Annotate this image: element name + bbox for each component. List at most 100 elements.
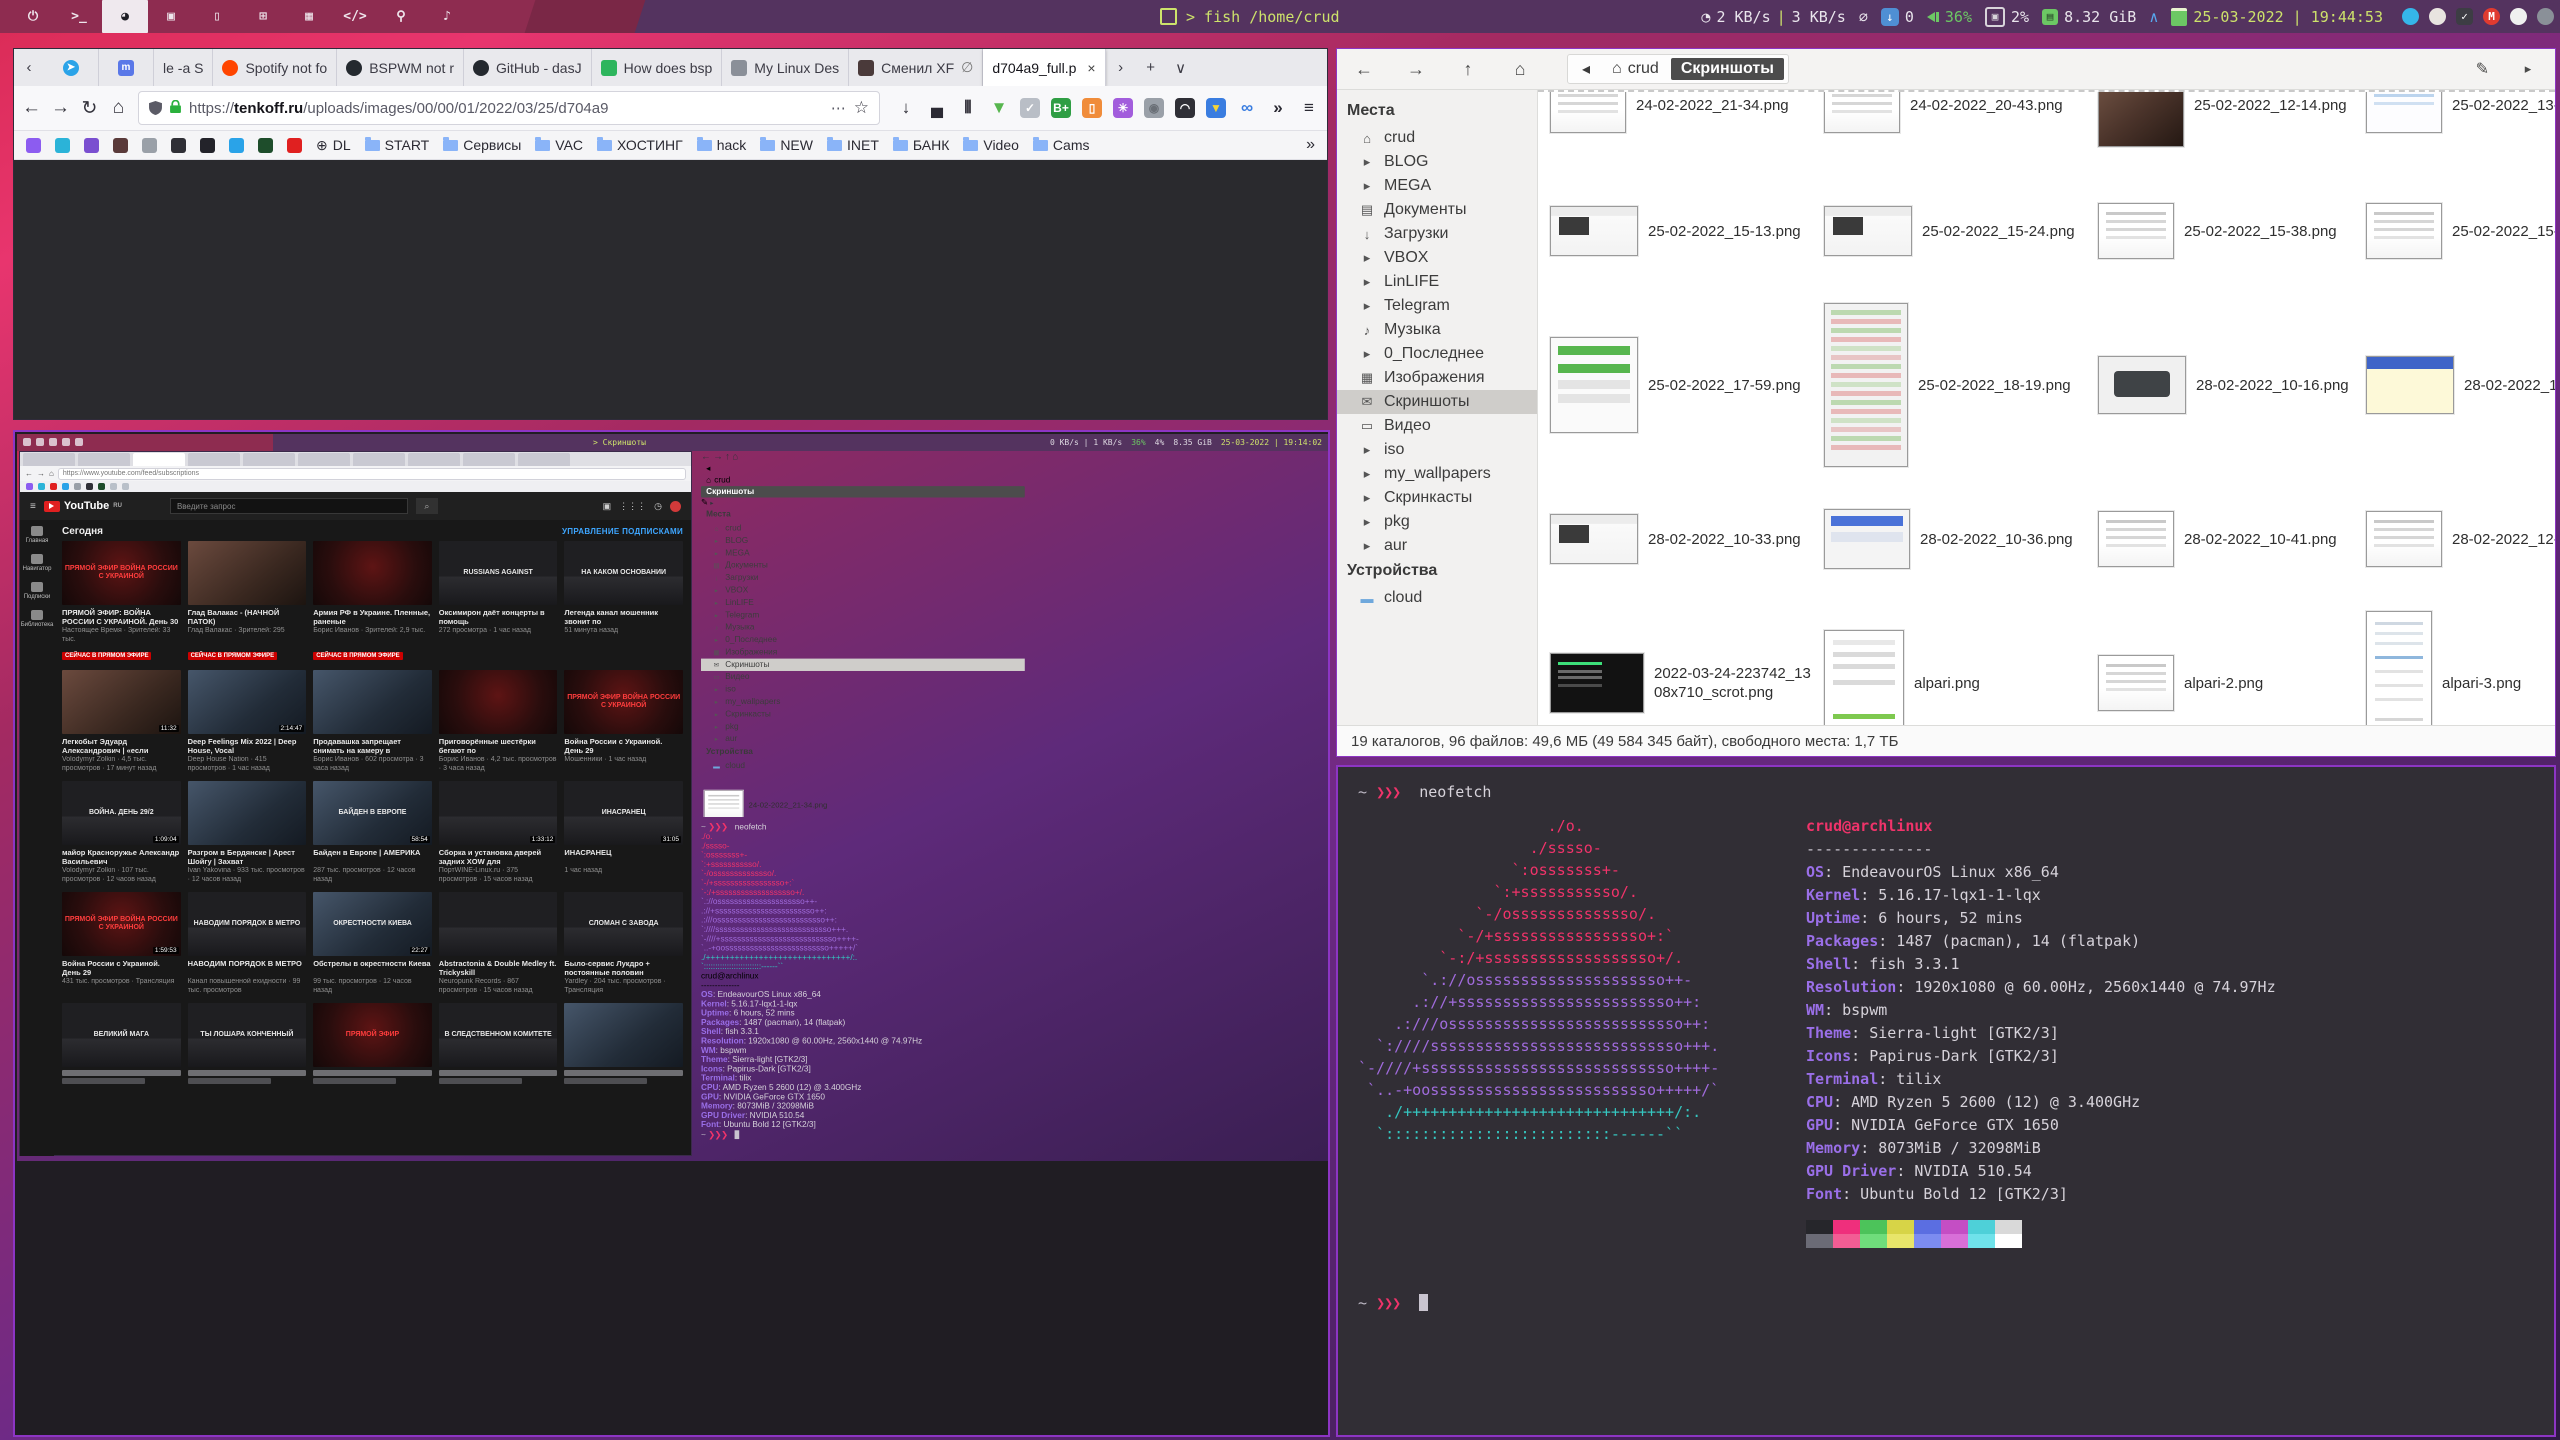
overflow-icon[interactable]: » <box>1268 98 1288 118</box>
tray-icon-5[interactable] <box>2537 8 2554 25</box>
browser-tab[interactable]: GitHub - dasJ <box>464 49 592 86</box>
reload-button[interactable]: ↻ <box>80 97 99 120</box>
sidebar-item-cloud[interactable]: ▬cloud <box>1337 586 1537 610</box>
tray-icon-1[interactable] <box>2429 8 2446 25</box>
video-card[interactable]: ПРЯМОЙ ЭФИР ВОЙНА РОССИИ С УКРАИНОЙ1:59:… <box>62 892 181 995</box>
sidebar-item-Скринкасты[interactable]: ▸Скринкасты <box>1337 486 1537 510</box>
tray-icon-4[interactable] <box>2510 8 2527 25</box>
video-card[interactable]: ОКРЕСТНОСТИ КИЕВА22:27Обстрелы в окрестн… <box>313 892 432 995</box>
sidebar-item-BLOG[interactable]: ▸BLOG <box>1337 150 1537 174</box>
sidebar-item-Загрузки[interactable]: ↓Загрузки <box>1337 222 1537 246</box>
video-card[interactable]: Глад Валакас - (НАЧНОЙ ПАТОК)Глад Валака… <box>188 541 307 662</box>
terminal-prompt[interactable]: ~ ❯❯❯ <box>701 1130 922 1140</box>
sidebar-item-Скринкасты[interactable]: ▸Скринкасты <box>701 708 1025 720</box>
sidebar-item-LinLIFE[interactable]: ▸LinLIFE <box>1337 270 1537 294</box>
crumb-current[interactable]: Скриншоты <box>1671 58 1784 80</box>
crumb-forward-icon[interactable]: ▸ <box>2515 61 2541 77</box>
video-card[interactable]: 11:32Легкобыт Эдуард Александрович | «ес… <box>62 670 181 773</box>
forward-button[interactable]: → <box>51 97 70 119</box>
youtube-search-input[interactable]: Введите запрос <box>170 498 408 514</box>
bookmark-favicon-7[interactable] <box>229 138 244 153</box>
video-card[interactable]: ТЫ ЛОШАРА КОНЧЕННЫЙ <box>188 1003 307 1084</box>
video-card[interactable]: Приговорённые шестёрки бегают поБорис Ив… <box>439 670 558 773</box>
bookmark-START[interactable]: START <box>365 137 430 153</box>
sidebar-item-MEGA[interactable]: ▸MEGA <box>1337 174 1537 198</box>
system-tray[interactable]: ✓M <box>2402 8 2554 25</box>
back-button[interactable]: ← <box>22 97 41 119</box>
file-item[interactable]: 25-02-2022_12-14.png <box>2092 90 2360 168</box>
volume-indicator[interactable]: 36% <box>1927 8 1972 26</box>
sidebar-item-pkg[interactable]: ▸pkg <box>701 721 1025 733</box>
sidebar-item-MEGA[interactable]: ▸MEGA <box>701 547 1025 559</box>
tray-icon-0[interactable] <box>2402 8 2419 25</box>
monkey-icon[interactable]: ◉ <box>1144 98 1164 118</box>
browser-tab[interactable]: How does bsp <box>592 49 723 86</box>
sidebar-item-aur[interactable]: ▸aur <box>1337 534 1537 558</box>
tab-scroll-right-icon[interactable]: › <box>1106 49 1136 86</box>
bookmark-БАНК[interactable]: БАНК <box>893 137 949 153</box>
sidebar-item-Музыка[interactable]: ♪Музыка <box>701 621 1025 633</box>
up-button[interactable]: ↑ <box>1455 59 1481 80</box>
video-card[interactable]: Abstractonia & Double Medley ft. Trickys… <box>439 892 558 995</box>
crumb-back-icon[interactable]: ◂ <box>701 462 1025 474</box>
home-button[interactable]: ⌂ <box>732 451 738 462</box>
tab-dropdown-icon[interactable]: ∨ <box>1166 49 1196 86</box>
up-button[interactable]: ↑ <box>725 451 730 462</box>
page-content[interactable] <box>14 160 1327 419</box>
workspace-folder-icon[interactable]: ▣ <box>148 0 194 33</box>
workspace-power-icon[interactable]: ⏻ <box>10 0 56 33</box>
video-card[interactable]: НА КАКОМ ОСНОВАНИИЛегенда канал мошенник… <box>564 541 683 662</box>
file-item[interactable]: 28-02-2022_10-36.png <box>1818 476 2092 602</box>
bookmark-favicon-8[interactable] <box>258 138 273 153</box>
chevron-up-icon[interactable]: ∧ <box>2149 8 2158 26</box>
bookmark-hack[interactable]: hack <box>697 137 747 153</box>
video-card[interactable]: ВЕЛИКИЙ МАГА <box>62 1003 181 1084</box>
video-card[interactable]: RUSSIANS AGAINSTОксимирон даёт концерты … <box>439 541 558 662</box>
sidebar-item-crud[interactable]: ⌂crud <box>1337 126 1537 150</box>
crumb-current[interactable]: Скриншоты <box>701 486 1025 497</box>
file-item[interactable]: 25-02-2022_15-13.png <box>1544 168 1818 294</box>
sidebar-item-aur[interactable]: ▸aur <box>701 733 1025 745</box>
menu-icon[interactable]: ≡ <box>1299 98 1319 118</box>
file-item[interactable]: 25-02-2022_17-59.png <box>1544 294 1818 476</box>
manage-subscriptions-link[interactable]: УПРАВЛЕНИЕ ПОДПИСКАМИ <box>562 527 683 536</box>
video-card[interactable]: ПРЯМОЙ ЭФИР ВОЙНА РОССИИ С УКРАИНОЙВойна… <box>564 670 683 773</box>
video-card[interactable]: ПРЯМОЙ ЭФИР <box>313 1003 432 1084</box>
sidebar-item-BLOG[interactable]: ▸BLOG <box>701 535 1025 547</box>
image-viewer-window[interactable]: > Скриншоты 0 KB/s | 1 KB/s 36% 4% 8.35 … <box>13 430 1330 1437</box>
yt-sidebar-Библиотека[interactable]: Библиотека <box>20 610 54 628</box>
bookmark-favicon-1[interactable] <box>55 138 70 153</box>
search-icon[interactable]: ⌕ <box>416 498 438 514</box>
pinned-tab-telegram[interactable]: ➤ <box>44 49 99 86</box>
snowflake-icon[interactable]: ✳ <box>1113 98 1133 118</box>
workspace-code-icon[interactable]: </> <box>332 0 378 33</box>
video-download-icon[interactable]: ▼ <box>989 98 1009 118</box>
bookmark-favicon-4[interactable] <box>142 138 157 153</box>
file-item[interactable]: alpari.png <box>1818 602 2092 725</box>
bitwarden-icon[interactable]: B+ <box>1051 98 1071 118</box>
workspace-phone-icon[interactable]: ▯ <box>194 0 240 33</box>
do-not-disturb-icon[interactable]: ∅ <box>1859 8 1868 26</box>
browser-tab[interactable]: d704a9_full.p× <box>983 49 1105 86</box>
trash-icon[interactable]: ▯ <box>1082 98 1102 118</box>
edit-path-icon[interactable]: ✎ <box>701 499 708 508</box>
crumb-forward-icon[interactable]: ▸ <box>710 499 713 507</box>
downloads-indicator[interactable]: ↓ 0 <box>1881 8 1914 26</box>
fm-file-area[interactable]: 24-02-2022_21-34.png24-02-2022_20-43.png… <box>701 772 1025 817</box>
sidebar-item-Изображения[interactable]: ▦Изображения <box>701 646 1025 658</box>
youtube-logo[interactable]: YouTubeRU <box>44 500 122 512</box>
video-card[interactable]: Армия РФ в Украине. Пленные, раненыеБори… <box>313 541 432 662</box>
library-icon[interactable]: ⫴ <box>958 98 978 118</box>
sidebar-item-VBOX[interactable]: ▸VBOX <box>701 584 1025 596</box>
browser-tab[interactable]: Spotify not fo <box>213 49 337 86</box>
file-item[interactable]: 28-02-2022_12-52.png <box>2360 476 2555 602</box>
file-item[interactable]: alpari-2.png <box>2092 602 2360 725</box>
workspace-image-icon[interactable]: ▦ <box>286 0 332 33</box>
link-icon[interactable]: ∞ <box>1237 98 1257 118</box>
sidebar-item-Документы[interactable]: ▤Документы <box>701 559 1025 571</box>
file-item[interactable]: 24-02-2022_21-34.png <box>701 772 1025 817</box>
bookmark-Cams[interactable]: Cams <box>1033 137 1090 153</box>
file-item[interactable]: 25-02-2022_15-24.png <box>1818 168 2092 294</box>
sidebar-item-Скриншоты[interactable]: ✉Скриншоты <box>1337 390 1537 414</box>
tab-scroll-left-icon[interactable]: ‹ <box>14 49 44 86</box>
